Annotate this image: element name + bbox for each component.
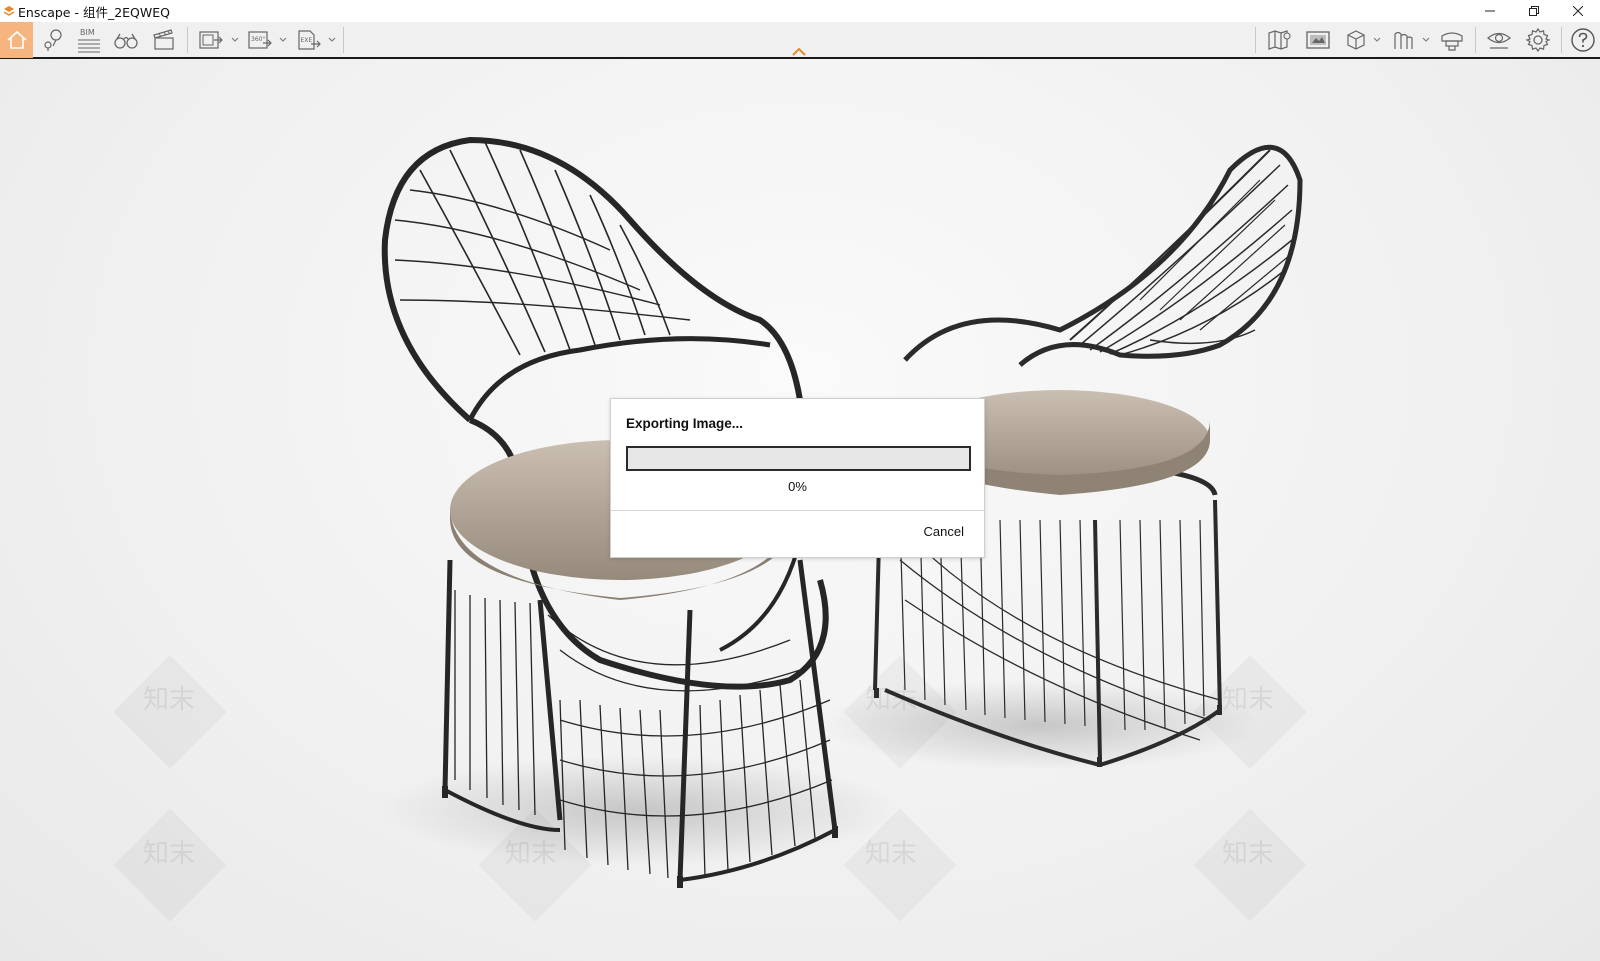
view-mode-button[interactable] [1342,22,1370,58]
export-progress-dialog: Exporting Image... 0% Cancel [610,398,985,558]
asset-library-button[interactable] [1389,22,1417,58]
map-button[interactable] [1265,22,1295,58]
screen-icon [1306,31,1330,49]
cap-icon [1441,32,1463,51]
clapperboard-icon [153,29,174,50]
dialog-title: Exporting Image... [626,416,744,431]
enscape-logo-icon [3,6,15,16]
export-panorama-icon: 360° [248,31,272,49]
panorama-label: 360° [251,36,265,43]
vr-headset-button[interactable] [1437,22,1467,58]
gear-icon [1525,27,1551,53]
chevron-down-icon [328,37,336,42]
home-icon [6,30,27,49]
panorama-dropdown[interactable] [278,22,288,58]
asset-library-icon [1394,31,1413,49]
close-button[interactable] [1556,0,1600,22]
chevron-up-icon [792,47,806,56]
view-mode-dropdown[interactable] [1372,22,1382,58]
cancel-button[interactable]: Cancel [924,524,964,539]
window-title: Enscape - 组件_2EQWEQ [18,4,170,20]
screenshot-dropdown[interactable] [230,22,240,58]
settings-button[interactable] [1523,22,1553,58]
video-editor-button[interactable] [149,22,179,58]
home-button[interactable] [0,22,33,58]
progress-percent: 0% [788,479,807,494]
binoculars-icon [114,33,138,49]
views-button[interactable] [38,22,68,58]
toolbar-separator [1475,27,1476,53]
export-exe-icon: EXE [298,30,321,50]
chevron-down-icon [279,37,287,42]
help-button[interactable] [1568,22,1598,58]
toolbar-separator [187,27,188,53]
export-exe-dropdown[interactable] [327,22,337,58]
cube-icon [1347,30,1365,50]
toolbar-separator [1255,27,1256,53]
minimize-icon [1485,10,1495,12]
location-pin-icon [44,29,62,51]
panorama-button[interactable]: 360° [246,22,274,58]
visual-settings-button[interactable] [1303,22,1333,58]
live-update-button[interactable] [1484,22,1514,58]
map-icon [1268,30,1291,50]
bim-button[interactable]: BIM [74,22,104,58]
minimize-button[interactable] [1468,0,1512,22]
asset-library-dropdown[interactable] [1421,22,1431,58]
binoculars-button[interactable] [111,22,141,58]
toolbar-separator [343,27,344,53]
progress-bar [626,446,971,471]
export-image-icon [199,31,223,49]
restore-icon [1529,6,1539,16]
chevron-down-icon [1373,37,1381,42]
bim-label: BIM [80,28,95,37]
help-icon [1571,28,1595,52]
close-icon [1573,6,1583,16]
bim-icon: BIM [78,28,100,53]
window-controls [1468,0,1600,22]
exe-label: EXE [301,37,313,44]
screenshot-button[interactable] [197,22,225,58]
export-exe-button[interactable]: EXE [295,22,323,58]
eye-icon [1487,32,1511,49]
chevron-down-icon [1422,37,1430,42]
dialog-divider [611,510,984,511]
restore-button[interactable] [1512,0,1556,22]
toolbar-separator [1561,27,1562,53]
title-bar: Enscape - 组件_2EQWEQ [0,0,1600,22]
chevron-down-icon [231,37,239,42]
